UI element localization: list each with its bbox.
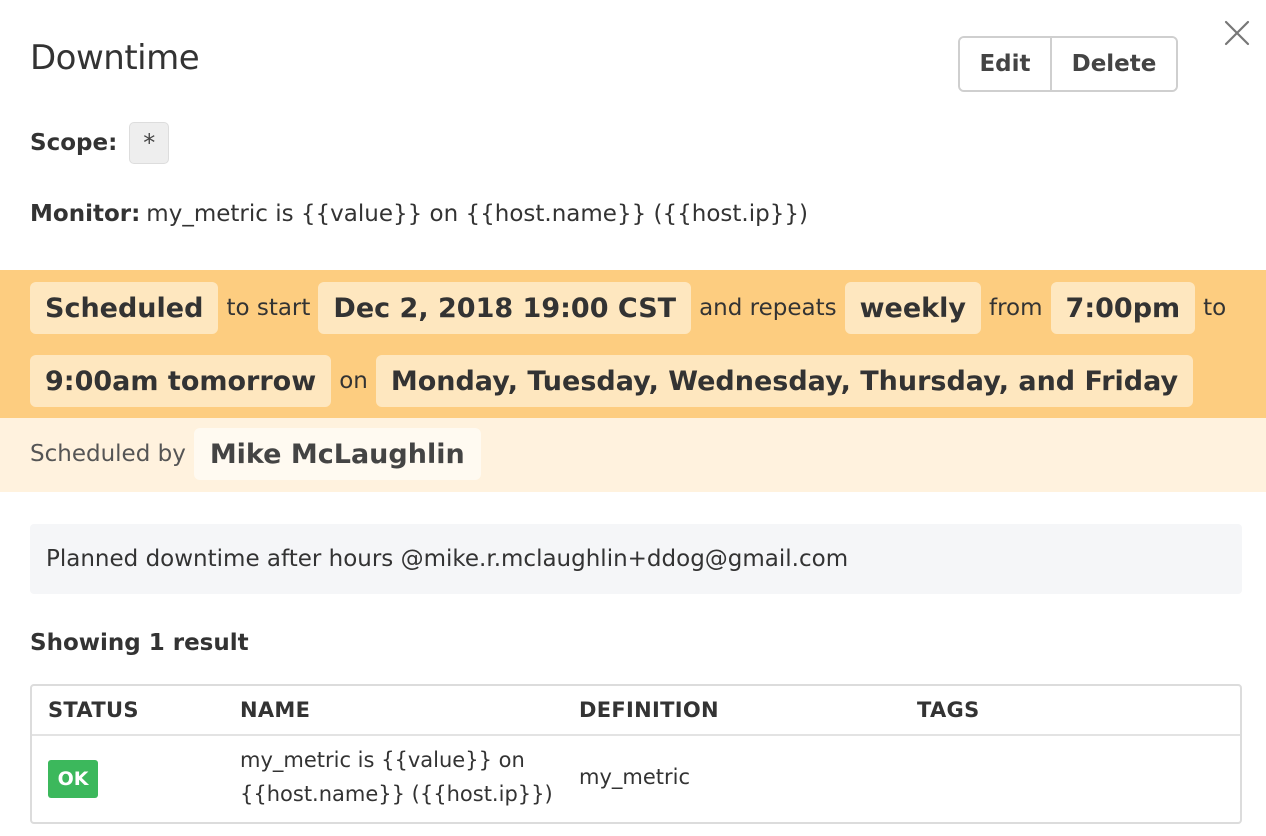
schedule-line-1: Scheduled to start Dec 2, 2018 19:00 CST… <box>30 282 1234 334</box>
schedule-to-time-pill: 9:00am tomorrow <box>30 355 332 407</box>
column-header-name[interactable]: NAME <box>240 698 310 722</box>
column-header-status[interactable]: STATUS <box>48 698 139 722</box>
action-button-group: Edit Delete <box>958 36 1178 92</box>
scope-label: Scope: <box>30 130 118 156</box>
schedule-status-pill: Scheduled <box>30 282 219 334</box>
monitor-name-cell[interactable]: my_metric is {{value}} on {{host.name}} … <box>240 743 553 811</box>
schedule-text: on <box>339 368 368 394</box>
scheduled-by-row: Scheduled by Mike McLaughlin <box>0 418 1266 492</box>
monitor-name-line: {{host.name}} ({{host.ip}}) <box>240 782 553 806</box>
scheduled-by-user-pill: Mike McLaughlin <box>193 428 481 480</box>
monitor-label: Monitor: <box>30 201 141 227</box>
table-header: STATUS NAME DEFINITION TAGS <box>32 686 1240 736</box>
schedule-frequency-pill: weekly <box>844 282 981 334</box>
schedule-text: to start <box>226 295 311 321</box>
column-header-definition[interactable]: DEFINITION <box>579 698 719 722</box>
edit-button[interactable]: Edit <box>960 38 1052 90</box>
delete-button[interactable]: Delete <box>1052 38 1176 90</box>
schedule-summary: Scheduled to start Dec 2, 2018 19:00 CST… <box>0 270 1266 418</box>
scope-value-chip: * <box>129 122 170 164</box>
monitor-name-line: my_metric is {{value}} on <box>240 748 525 772</box>
page-title: Downtime <box>30 38 200 78</box>
column-header-tags[interactable]: TAGS <box>917 698 980 722</box>
close-icon[interactable] <box>1222 18 1252 48</box>
results-count: Showing 1 result <box>30 630 249 656</box>
monitor-row: Monitor: my_metric is {{value}} on {{host… <box>30 201 808 227</box>
definition-cell: my_metric <box>579 765 691 789</box>
monitor-value: my_metric is {{value}} on {{host.name}} … <box>146 201 808 227</box>
scheduled-by-label: Scheduled by <box>30 441 186 467</box>
schedule-start-pill: Dec 2, 2018 19:00 CST <box>318 282 692 334</box>
downtime-message: Planned downtime after hours @mike.r.mcl… <box>30 524 1242 594</box>
schedule-text: to <box>1203 295 1227 321</box>
status-badge: OK <box>48 760 98 798</box>
schedule-text: and repeats <box>699 295 837 321</box>
schedule-text: from <box>989 295 1043 321</box>
scope-row: Scope: * <box>30 122 170 164</box>
monitors-table: STATUS NAME DEFINITION TAGS OK my_metric… <box>30 684 1242 824</box>
schedule-from-time-pill: 7:00pm <box>1050 282 1196 334</box>
table-row[interactable]: OK my_metric is {{value}} on {{host.name… <box>32 736 1240 822</box>
schedule-line-2: 9:00am tomorrow on Monday, Tuesday, Wedn… <box>30 355 1194 407</box>
schedule-days-pill: Monday, Tuesday, Wednesday, Thursday, an… <box>375 355 1194 407</box>
